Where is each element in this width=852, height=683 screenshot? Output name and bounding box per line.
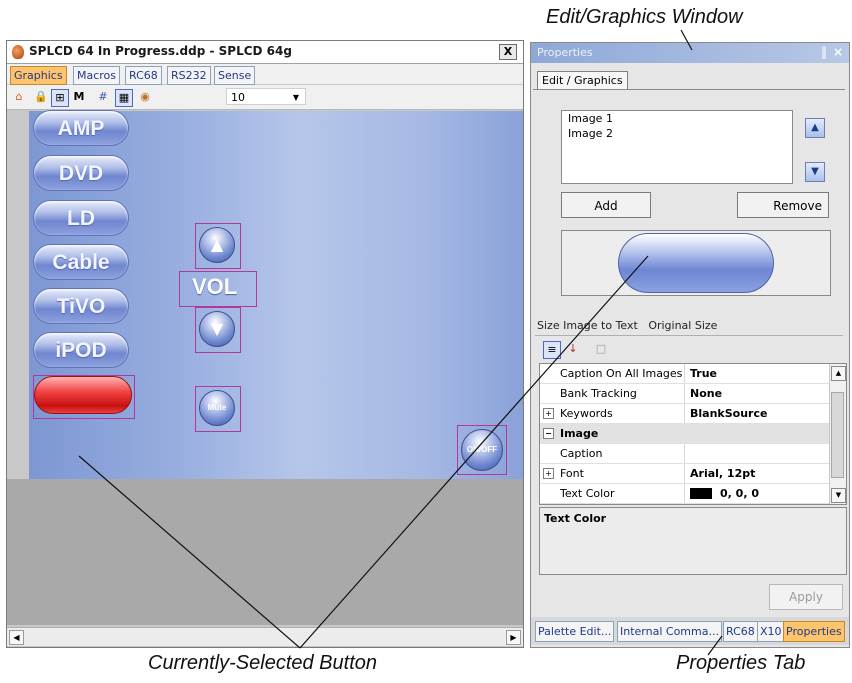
callout-lines bbox=[78, 29, 723, 656]
leader-line-selected-right bbox=[299, 255, 649, 649]
leader-line-edit-graphics bbox=[680, 29, 693, 51]
leader-line-properties-tab bbox=[707, 635, 723, 656]
leader-line-selected-left bbox=[78, 455, 301, 649]
